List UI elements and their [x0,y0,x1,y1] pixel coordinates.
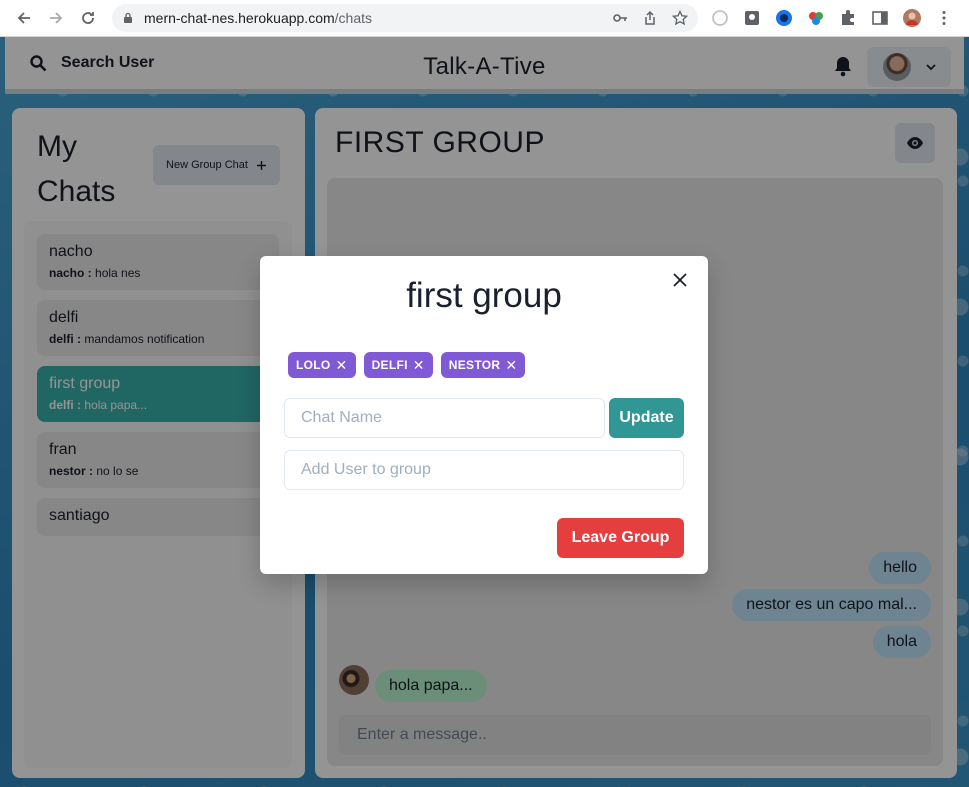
remove-member-icon[interactable]: ✕ [336,357,348,374]
member-badge[interactable]: LOLO ✕ [288,352,356,378]
share-icon[interactable] [642,10,658,26]
close-button[interactable] [670,270,690,290]
lock-icon [124,12,132,23]
profile-icon[interactable] [902,8,922,28]
reload-icon[interactable] [72,2,104,34]
remove-member-icon[interactable]: ✕ [505,357,517,374]
back-icon[interactable] [8,2,40,34]
member-name: DELFI [371,358,408,372]
extension-icon[interactable] [742,8,762,28]
extension-icon[interactable] [774,8,794,28]
menu-icon[interactable] [934,8,954,28]
star-icon[interactable] [672,10,688,26]
url-path: /chats [334,10,373,26]
extension-icon[interactable] [710,8,730,28]
browser-toolbar: mern-chat-nes.herokuapp.com/chats [0,0,969,37]
puzzle-icon[interactable] [838,8,858,28]
chat-name-input[interactable]: Chat Name [284,398,605,438]
member-name: NESTOR [448,358,501,372]
key-icon[interactable] [612,10,628,26]
forward-icon[interactable] [40,2,72,34]
add-user-input[interactable]: Add User to group [284,450,684,490]
member-name: LOLO [296,358,331,372]
address-bar[interactable]: mern-chat-nes.herokuapp.com/chats [112,4,698,32]
member-badge[interactable]: NESTOR ✕ [440,352,526,378]
member-badges: LOLO ✕ DELFI ✕ NESTOR ✕ [288,352,526,378]
color-picker-icon[interactable] [806,8,826,28]
remove-member-icon[interactable]: ✕ [413,357,425,374]
modal-title: first group [406,276,562,315]
group-settings-modal: first group LOLO ✕ DELFI ✕ NESTOR ✕ Chat… [260,256,708,574]
sidebar-icon[interactable] [870,8,890,28]
close-icon [673,273,687,287]
member-badge[interactable]: DELFI ✕ [363,352,433,378]
url-host: mern-chat-nes.herokuapp.com [144,10,335,26]
update-button[interactable]: Update [609,398,684,438]
leave-group-button[interactable]: Leave Group [557,518,684,558]
